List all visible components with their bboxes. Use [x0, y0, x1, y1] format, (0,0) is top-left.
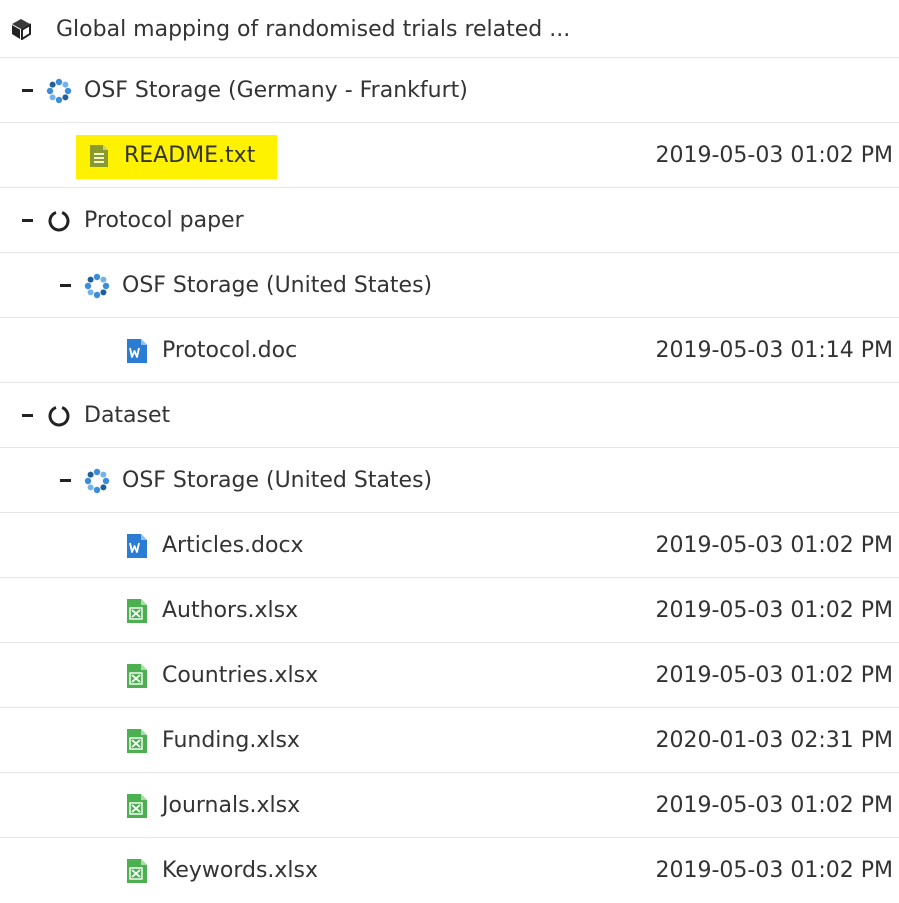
- file-name-cell: Keywords.xlsx: [0, 838, 318, 903]
- file-link[interactable]: Authors.xlsx: [162, 598, 298, 623]
- file-name-cell: Funding.xlsx: [0, 708, 300, 773]
- excel-file-icon: [124, 858, 150, 884]
- txt-file-icon: [86, 143, 112, 169]
- file-link[interactable]: Keywords.xlsx: [162, 858, 318, 883]
- tree-row-component[interactable]: Dataset: [0, 383, 899, 448]
- osf-storage-icon: [46, 78, 72, 104]
- file-link[interactable]: Protocol.doc: [162, 338, 297, 363]
- collapse-toggle-icon[interactable]: [58, 276, 72, 296]
- tree-row-component[interactable]: Protocol paper: [0, 188, 899, 253]
- storage-name-cell: OSF Storage (United States): [0, 448, 432, 513]
- file-name-cell: Journals.xlsx: [0, 773, 300, 838]
- excel-file-icon: [124, 793, 150, 819]
- file-link[interactable]: Funding.xlsx: [162, 728, 300, 753]
- tree-row-file[interactable]: Protocol.doc 2019-05-03 01:14 PM: [0, 318, 899, 383]
- word-file-icon: [124, 338, 150, 364]
- file-tree: Global mapping of randomised trials rela…: [0, 0, 899, 903]
- modified-date: 2019-05-03 01:02 PM: [655, 598, 894, 623]
- excel-file-icon: [124, 728, 150, 754]
- tree-row-storage[interactable]: OSF Storage (Germany - Frankfurt): [0, 58, 899, 123]
- tree-row-storage[interactable]: OSF Storage (United States): [0, 448, 899, 513]
- modified-date: 2019-05-03 01:02 PM: [655, 858, 894, 883]
- modified-date: 2019-05-03 01:02 PM: [655, 533, 894, 558]
- cube-icon: [8, 16, 34, 42]
- file-name-cell: Authors.xlsx: [0, 578, 298, 643]
- component-circle-icon: [46, 208, 72, 234]
- component-link[interactable]: Dataset: [84, 403, 170, 428]
- tree-row-file[interactable]: README.txt 2019-05-03 01:02 PM: [0, 123, 899, 188]
- project-title[interactable]: Global mapping of randomised trials rela…: [56, 17, 570, 42]
- file-link[interactable]: Journals.xlsx: [162, 793, 300, 818]
- collapse-toggle-icon[interactable]: [58, 471, 72, 491]
- tree-row-file[interactable]: Keywords.xlsx 2019-05-03 01:02 PM: [0, 838, 899, 903]
- storage-name-cell: OSF Storage (United States): [0, 253, 432, 318]
- collapse-toggle-icon[interactable]: [20, 81, 34, 101]
- word-file-icon: [124, 533, 150, 559]
- osf-storage-icon: [84, 468, 110, 494]
- modified-date: 2019-05-03 01:02 PM: [655, 663, 894, 688]
- component-name-cell: Protocol paper: [0, 188, 244, 253]
- file-name-cell: Articles.docx: [0, 513, 304, 578]
- tree-row-file[interactable]: Articles.docx 2019-05-03 01:02 PM: [0, 513, 899, 578]
- excel-file-icon: [124, 663, 150, 689]
- component-name-cell: Dataset: [0, 383, 170, 448]
- collapse-toggle-icon[interactable]: [20, 406, 34, 426]
- file-name-cell: Protocol.doc: [0, 318, 297, 383]
- modified-date: 2020-01-03 02:31 PM: [655, 728, 894, 753]
- tree-row-file[interactable]: Authors.xlsx 2019-05-03 01:02 PM: [0, 578, 899, 643]
- storage-name-cell: OSF Storage (Germany - Frankfurt): [0, 58, 468, 123]
- modified-date: 2019-05-03 01:02 PM: [655, 143, 894, 168]
- tree-item-label: OSF Storage (Germany - Frankfurt): [84, 78, 468, 103]
- excel-file-icon: [124, 598, 150, 624]
- file-name-cell: README.txt: [0, 123, 255, 188]
- file-link[interactable]: Countries.xlsx: [162, 663, 318, 688]
- collapse-toggle-icon[interactable]: [20, 211, 34, 231]
- project-row[interactable]: Global mapping of randomised trials rela…: [0, 0, 899, 58]
- component-circle-icon: [46, 403, 72, 429]
- file-name-cell: Countries.xlsx: [0, 643, 318, 708]
- file-link[interactable]: README.txt: [124, 143, 255, 168]
- modified-date: 2019-05-03 01:02 PM: [655, 793, 894, 818]
- tree-item-label: OSF Storage (United States): [122, 468, 433, 493]
- modified-date: 2019-05-03 01:14 PM: [655, 338, 894, 363]
- tree-row-storage[interactable]: OSF Storage (United States): [0, 253, 899, 318]
- tree-row-file[interactable]: Countries.xlsx 2019-05-03 01:02 PM: [0, 643, 899, 708]
- project-name-cell: Global mapping of randomised trials rela…: [0, 0, 570, 58]
- file-link[interactable]: Articles.docx: [162, 533, 304, 558]
- tree-item-label: OSF Storage (United States): [122, 273, 433, 298]
- tree-row-file[interactable]: Funding.xlsx 2020-01-03 02:31 PM: [0, 708, 899, 773]
- component-link[interactable]: Protocol paper: [84, 208, 244, 233]
- osf-storage-icon: [84, 273, 110, 299]
- tree-row-file[interactable]: Journals.xlsx 2019-05-03 01:02 PM: [0, 773, 899, 838]
